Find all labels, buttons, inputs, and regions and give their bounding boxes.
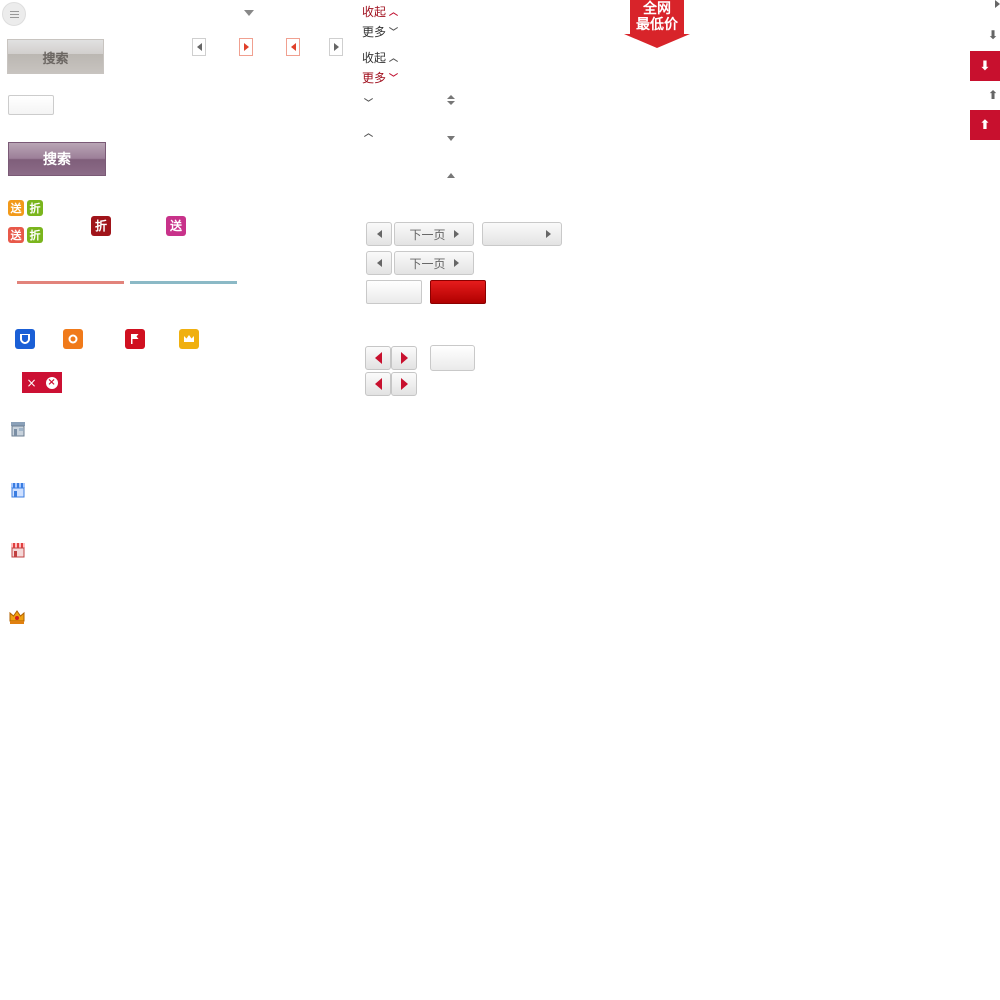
sort-asc-icon[interactable]	[447, 173, 455, 178]
next-page-button-2[interactable]: 下一页	[394, 251, 474, 275]
next-page-button-empty[interactable]	[482, 222, 562, 246]
close-tag[interactable]: × ×	[22, 372, 62, 393]
search-button-gray[interactable]: 搜索	[7, 39, 104, 74]
gift-badge-large: 送	[166, 216, 186, 236]
more-label[interactable]: 更多	[362, 23, 386, 40]
flag-icon	[125, 329, 145, 349]
prev-page-button[interactable]	[366, 222, 392, 246]
discount-badge-large: 折	[91, 216, 111, 236]
prev-page-button-2[interactable]	[366, 251, 392, 275]
sort-icon[interactable]	[447, 95, 455, 105]
next-page-label: 下一页	[409, 227, 446, 242]
down-arrow-icon[interactable]: ⬇	[988, 28, 998, 42]
divider-teal	[130, 281, 237, 284]
dropdown-arrow-icon[interactable]	[244, 10, 254, 16]
collapse-label-dark[interactable]: 收起	[362, 49, 386, 66]
discount-tag: 折	[27, 200, 43, 216]
next-arrow-button-active[interactable]	[239, 38, 253, 56]
more-label-red[interactable]: 更多	[362, 69, 386, 86]
scroll-up-button[interactable]: ⬆	[970, 110, 1000, 140]
scroll-down-button[interactable]: ⬇	[970, 51, 1000, 81]
close-icon[interactable]: ×	[26, 376, 36, 390]
chevron-down-icon: ﹀	[389, 74, 399, 84]
chevron-down-icon: ﹀	[389, 28, 399, 38]
shield-icon	[15, 329, 35, 349]
store-red-icon	[10, 542, 26, 558]
carousel-prev-button[interactable]	[365, 346, 391, 370]
next-page-label-2: 下一页	[409, 256, 446, 271]
up-arrow-icon[interactable]: ⬆	[988, 88, 998, 102]
store-gray-icon	[10, 421, 26, 437]
menu-toggle-icon[interactable]	[2, 2, 26, 26]
prev-arrow-button[interactable]	[192, 38, 206, 56]
discount-tag-green: 折	[27, 227, 43, 243]
chevron-up-icon[interactable]: ︿	[364, 126, 373, 139]
chevron-up-icon: ︿	[389, 8, 399, 18]
lowest-price-badge: 全网 最低价	[624, 0, 690, 48]
sort-desc-icon[interactable]	[447, 136, 455, 141]
search-button-purple[interactable]: 搜索	[8, 142, 106, 176]
next-page-button[interactable]: 下一页	[394, 222, 474, 246]
more-link[interactable]: 更多 ﹀	[362, 23, 398, 40]
crown-gold-icon	[9, 609, 25, 625]
next-arrow-button[interactable]	[329, 38, 343, 56]
gift-tag: 送	[8, 200, 24, 216]
divider-red	[17, 281, 124, 284]
more-link-red[interactable]: 更多 ﹀	[362, 69, 398, 86]
expand-right-icon[interactable]	[995, 0, 1000, 8]
carousel-next-button[interactable]	[391, 346, 417, 370]
store-blue-icon	[10, 482, 26, 498]
chevron-up-icon: ︿	[389, 54, 399, 64]
close-circle-icon[interactable]: ×	[45, 376, 58, 389]
carousel-prev-button-2[interactable]	[365, 372, 391, 396]
chevron-down-icon[interactable]: ﹀	[364, 96, 373, 109]
crown-icon	[179, 329, 199, 349]
small-text-input[interactable]	[8, 95, 54, 115]
red-button[interactable]	[430, 280, 486, 304]
collapse-label[interactable]: 收起	[362, 3, 386, 20]
plain-button[interactable]	[366, 280, 422, 304]
prev-arrow-button-active[interactable]	[286, 38, 300, 56]
badge-line2: 最低价	[636, 17, 678, 33]
blank-button[interactable]	[430, 345, 475, 371]
collapse-link[interactable]: 收起 ︿	[362, 3, 398, 20]
gear-icon	[63, 329, 83, 349]
collapse-link-dark[interactable]: 收起 ︿	[362, 49, 398, 66]
carousel-next-button-2[interactable]	[391, 372, 417, 396]
gift-tag-red: 送	[8, 227, 24, 243]
badge-line1: 全网	[643, 1, 671, 17]
